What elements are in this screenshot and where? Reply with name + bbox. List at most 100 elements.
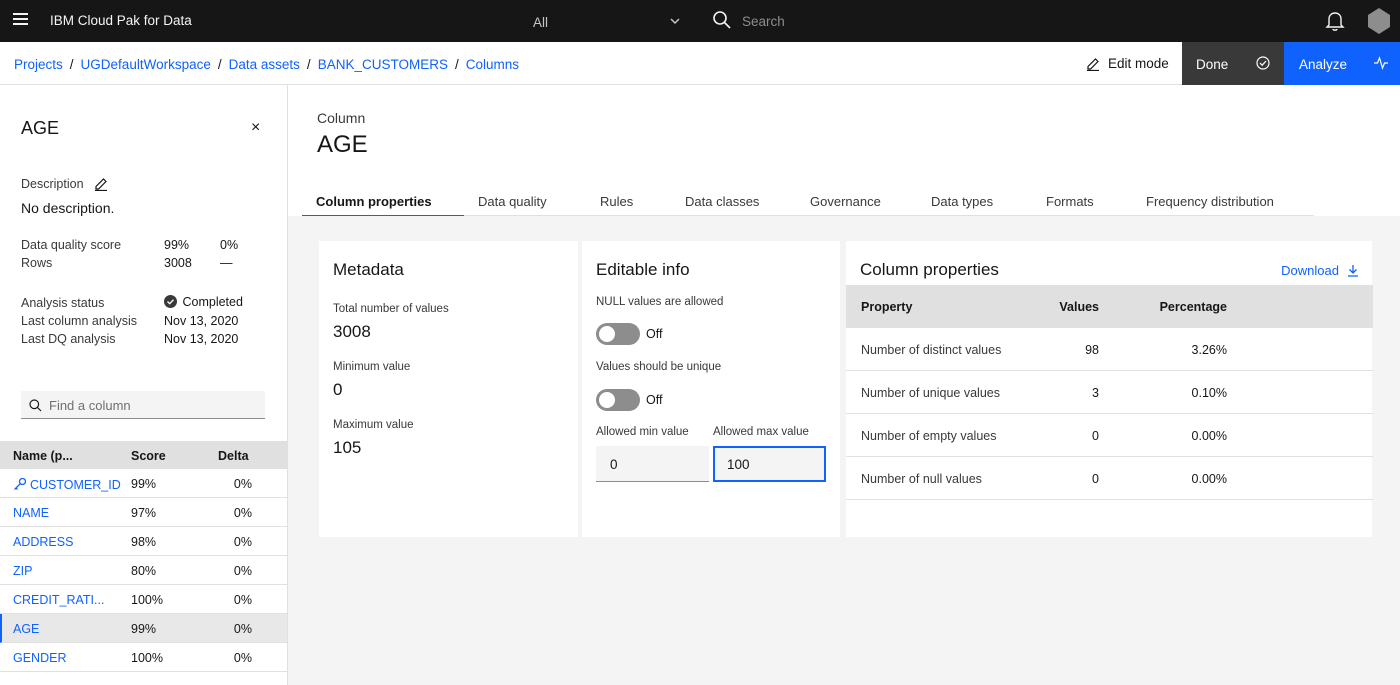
breadcrumb-bank-customers[interactable]: BANK_CUSTOMERS bbox=[318, 57, 448, 72]
column-name-link[interactable]: AGE bbox=[13, 622, 121, 636]
last-dq-analysis-value: Nov 13, 2020 bbox=[164, 332, 239, 346]
description-text: No description. bbox=[21, 200, 115, 216]
column-name-link[interactable]: CUSTOMER_ID bbox=[13, 477, 121, 492]
unique-toggle[interactable] bbox=[596, 389, 640, 411]
tab-data-types[interactable]: Data types bbox=[917, 186, 1032, 217]
tab-frequency-distribution[interactable]: Frequency distribution bbox=[1132, 186, 1314, 217]
done-button[interactable]: Done bbox=[1182, 42, 1284, 85]
column-name-link[interactable]: GENDER bbox=[13, 651, 121, 665]
table-row[interactable]: CREDIT_RATI... 100% 0% bbox=[0, 585, 287, 614]
tab-formats[interactable]: Formats bbox=[1032, 186, 1132, 217]
column-title: AGE bbox=[317, 131, 368, 158]
column-tabs: Column properties Data quality Rules Dat… bbox=[302, 186, 1314, 217]
min-value: 0 bbox=[333, 380, 343, 399]
product-name[interactable]: IBM Cloud Pak for Data bbox=[50, 13, 192, 28]
header-property: Property bbox=[861, 300, 913, 314]
last-column-analysis-value: Nov 13, 2020 bbox=[164, 314, 239, 328]
property-name: Number of distinct values bbox=[861, 343, 1002, 357]
column-score: 99% bbox=[131, 622, 157, 636]
table-row: Number of empty values 0 0.00% bbox=[846, 414, 1373, 457]
column-name-link[interactable]: CREDIT_RATI... bbox=[13, 593, 121, 607]
properties-table-header: Property Values Percentage bbox=[846, 285, 1373, 328]
allowed-min-input[interactable]: 0 bbox=[596, 446, 709, 482]
tab-column-properties[interactable]: Column properties bbox=[302, 186, 464, 217]
breadcrumb-data-assets[interactable]: Data assets bbox=[229, 57, 300, 72]
tab-rules[interactable]: Rules bbox=[586, 186, 671, 217]
property-percentage: 0.00% bbox=[1191, 472, 1227, 486]
allowed-max-input[interactable]: 100 bbox=[713, 446, 826, 482]
rows-label: Rows bbox=[21, 256, 53, 270]
menu-icon[interactable] bbox=[10, 8, 34, 32]
last-dq-analysis-label: Last DQ analysis bbox=[21, 332, 116, 346]
table-row[interactable]: ZIP 80% 0% bbox=[0, 556, 287, 585]
null-allowed-state: Off bbox=[646, 327, 663, 341]
null-allowed-toggle[interactable] bbox=[596, 323, 640, 345]
column-score: 99% bbox=[131, 477, 157, 491]
column-name-link[interactable]: NAME bbox=[13, 506, 121, 520]
rows-delta: — bbox=[220, 256, 233, 270]
tab-governance[interactable]: Governance bbox=[796, 186, 917, 217]
search-input[interactable] bbox=[742, 11, 1282, 31]
tab-data-quality[interactable]: Data quality bbox=[464, 186, 586, 217]
table-row[interactable]: CUSTOMER_ID 99% 0% bbox=[0, 469, 287, 498]
column-name-link[interactable]: ADDRESS bbox=[13, 535, 121, 549]
breadcrumb-separator: / bbox=[217, 57, 222, 72]
header-score[interactable]: Score bbox=[131, 449, 166, 463]
top-header: IBM Cloud Pak for Data All bbox=[0, 0, 1400, 42]
checkmark-filled-icon bbox=[164, 295, 177, 308]
property-value: 3 bbox=[1092, 386, 1099, 400]
search-icon bbox=[713, 11, 731, 29]
search-icon bbox=[29, 399, 42, 412]
column-name-link[interactable]: ZIP bbox=[13, 564, 121, 578]
column-score: 100% bbox=[131, 593, 163, 607]
activity-icon bbox=[1374, 56, 1388, 70]
edit-mode-label: Edit mode bbox=[1108, 56, 1169, 71]
column-delta: 0% bbox=[233, 593, 252, 607]
table-row: Number of unique values 3 0.10% bbox=[846, 371, 1373, 414]
analyze-label: Analyze bbox=[1299, 57, 1348, 72]
breadcrumb-workspace[interactable]: UGDefaultWorkspace bbox=[81, 57, 211, 72]
description-label: Description bbox=[21, 177, 108, 191]
notification-icon[interactable] bbox=[1325, 10, 1345, 32]
header-name[interactable]: Name (p... bbox=[13, 449, 121, 463]
chevron-down-icon bbox=[670, 18, 680, 25]
table-row-selected[interactable]: AGE 99% 0% bbox=[0, 614, 287, 643]
column-delta: 0% bbox=[233, 535, 252, 549]
column-score: 80% bbox=[131, 564, 157, 578]
properties-table: Property Values Percentage Number of dis… bbox=[846, 285, 1373, 500]
breadcrumb-columns[interactable]: Columns bbox=[466, 57, 519, 72]
column-header: Column AGE Column properties Data qualit… bbox=[288, 85, 1400, 217]
null-allowed-label: NULL values are allowed bbox=[596, 296, 724, 308]
column-label: Column bbox=[317, 110, 366, 126]
column-delta: 0% bbox=[233, 651, 252, 665]
table-row[interactable]: NAME 97% 0% bbox=[0, 498, 287, 527]
table-row[interactable]: ADDRESS 98% 0% bbox=[0, 527, 287, 556]
edit-mode-button[interactable]: Edit mode bbox=[1086, 56, 1169, 71]
analyze-button[interactable]: Analyze bbox=[1284, 42, 1400, 85]
user-avatar[interactable] bbox=[1366, 7, 1392, 35]
breadcrumb-projects[interactable]: Projects bbox=[14, 57, 63, 72]
metadata-title: Metadata bbox=[333, 260, 404, 279]
property-value: 98 bbox=[1085, 343, 1099, 357]
tab-data-classes[interactable]: Data classes bbox=[671, 186, 796, 217]
header-delta[interactable]: Delta bbox=[218, 449, 249, 463]
header-values: Values bbox=[1059, 300, 1099, 314]
table-row[interactable]: GENDER 100% 0% bbox=[0, 643, 287, 672]
pencil-icon[interactable] bbox=[94, 177, 108, 191]
done-label: Done bbox=[1196, 57, 1229, 72]
key-icon bbox=[14, 477, 27, 490]
column-delta: 0% bbox=[233, 622, 252, 636]
column-score: 97% bbox=[131, 506, 157, 520]
property-value: 0 bbox=[1092, 472, 1099, 486]
table-row: Number of null values 0 0.00% bbox=[846, 457, 1373, 500]
find-column-input[interactable] bbox=[49, 397, 249, 413]
download-link[interactable]: Download bbox=[1281, 263, 1359, 278]
close-icon[interactable]: × bbox=[251, 119, 260, 137]
breadcrumb-separator: / bbox=[454, 57, 459, 72]
global-search bbox=[700, 0, 1312, 42]
search-scope-dropdown[interactable]: All bbox=[520, 0, 693, 42]
max-value-label: Maximum value bbox=[333, 419, 414, 431]
property-percentage: 0.10% bbox=[1191, 386, 1227, 400]
panel-title: AGE bbox=[21, 118, 60, 138]
find-column-search bbox=[21, 391, 265, 419]
